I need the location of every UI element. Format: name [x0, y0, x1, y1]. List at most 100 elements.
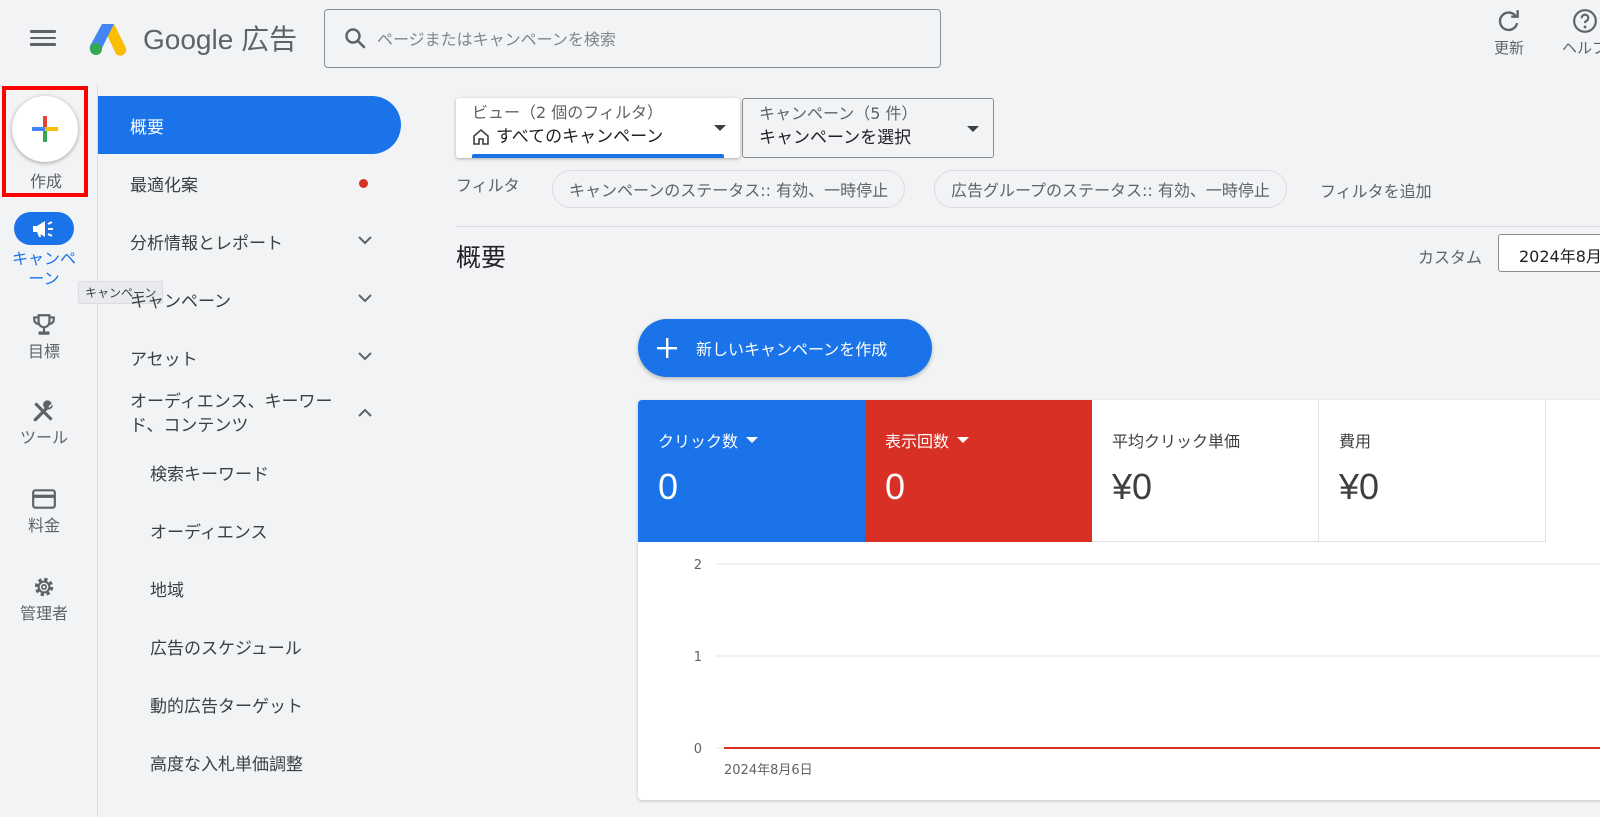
caret-down-icon [967, 126, 979, 132]
metric-value: 0 [658, 466, 679, 507]
nav-item-label: キャンペーン [130, 291, 232, 312]
add-filter-link[interactable]: フィルタを追加 [1320, 178, 1432, 202]
credit-card-icon [32, 489, 56, 509]
filter-chip-label: キャンペーンのステータス:: 有効、一時停止 [569, 181, 889, 200]
nav-item-label: 最適化案 [130, 175, 198, 196]
nav-item-overview[interactable]: 概要 [98, 96, 401, 154]
date-range-button[interactable]: 2024年8月 [1498, 234, 1600, 272]
new-campaign-button[interactable]: 新しいキャンペーンを作成 [638, 319, 932, 377]
google-ads-logo-icon [89, 24, 127, 56]
campaign-dropdown[interactable]: キャンペーン（5 件） キャンペーンを選択 [742, 98, 994, 158]
view-dropdown-label: ビュー（2 個のフィルタ） [472, 103, 663, 122]
filter-chip-campaign-status[interactable]: キャンペーンのステータス:: 有効、一時停止 [552, 170, 906, 208]
metric-card-cost[interactable]: 費用 ¥0 [1319, 400, 1546, 542]
active-underline [472, 154, 724, 158]
filter-chip-adgroup-status[interactable]: 広告グループのステータス:: 有効、一時停止 [934, 170, 1287, 208]
page-title: 概要 [456, 243, 507, 272]
create-label: 作成 [29, 172, 62, 191]
rail-item-goals[interactable]: 目標 [0, 312, 88, 362]
search-box[interactable] [324, 9, 941, 68]
nav-subitem-label: 高度な入札単価調整 [150, 754, 303, 775]
metric-value: 0 [885, 466, 906, 507]
left-rail: 作成 キャンペーン 目標 ツール 料金 管理者 [0, 84, 98, 817]
x-tick-label: 2024年8月6日 [724, 763, 813, 778]
chevron-down-icon [358, 294, 372, 303]
rail-item-label: 料金 [27, 516, 60, 535]
caret-down-icon [746, 437, 759, 443]
rail-item-label: キャンペーン [11, 249, 76, 288]
metric-label: 表示回数 [885, 432, 950, 451]
refresh-button[interactable]: 更新 [1494, 8, 1524, 58]
refresh-label: 更新 [1494, 39, 1525, 57]
help-button[interactable]: ヘルプ [1562, 8, 1600, 58]
rail-item-label: ツール [19, 428, 68, 447]
nav-subitem-label: オーディエンス [150, 522, 268, 543]
help-icon [1572, 9, 1597, 33]
home-icon [473, 128, 489, 145]
hamburger-menu-icon[interactable] [30, 26, 56, 52]
metric-label: 費用 [1339, 432, 1372, 451]
megaphone-icon [33, 220, 53, 237]
trophy-icon [33, 314, 55, 335]
brand-name: Google 広告 [143, 24, 298, 55]
rail-item-billing[interactable]: 料金 [0, 486, 88, 536]
create-highlight: 作成 [2, 86, 88, 197]
nav-subitem-dynamic-ad-targets[interactable]: 動的広告ターゲット [98, 675, 400, 733]
nav-subitem-advanced-bid-adjustments[interactable]: 高度な入札単価調整 [98, 733, 400, 791]
view-dropdown[interactable]: ビュー（2 個のフィルタ） すべてのキャンペーン [456, 98, 740, 158]
metric-label: クリック数 [658, 432, 739, 451]
main-content: ビュー（2 個のフィルタ） すべてのキャンペーン キャンペーン（5 件） キャン… [408, 84, 1600, 817]
caret-down-icon [714, 125, 726, 131]
date-range-value: 2024年8月 [1519, 247, 1600, 266]
caret-down-icon [957, 437, 970, 443]
plus-icon [32, 116, 58, 142]
tools-icon [33, 400, 53, 422]
top-bar: Google 広告 更新 ヘルプ [0, 0, 1600, 80]
nav-item-recommendations[interactable]: 最適化案 [98, 154, 400, 212]
nav-item-campaigns[interactable]: キャンペーン [98, 270, 400, 328]
divider [456, 226, 1600, 227]
metric-label: 平均クリック単価 [1112, 432, 1241, 451]
date-range-label: カスタム [1418, 248, 1483, 267]
nav-subitem-search-keywords[interactable]: 検索キーワード [98, 443, 400, 501]
filter-label: フィルタ [456, 176, 520, 195]
nav-item-label: 分析情報とレポート [130, 233, 283, 254]
nav-subitem-label: 地域 [150, 580, 184, 601]
performance-chart: 0 1 2 2024年8月6日 [694, 558, 1600, 778]
y-tick-label: 0 [694, 742, 702, 757]
nav-item-insights-reports[interactable]: 分析情報とレポート [98, 212, 400, 270]
refresh-icon [1498, 10, 1519, 32]
nav-subitem-label: 広告のスケジュール [150, 638, 302, 659]
nav-item-label-line2: ド、コンテンツ [130, 416, 249, 436]
notification-dot [359, 179, 368, 188]
nav-item-label: 概要 [130, 117, 164, 138]
y-tick-label: 1 [694, 650, 702, 665]
plus-icon [657, 338, 677, 358]
chevron-down-icon [358, 352, 372, 361]
nav-item-assets[interactable]: アセット [98, 328, 400, 386]
nav-item-audiences-keywords-content[interactable]: オーディエンス、キーワー ド、コンテンツ [98, 382, 400, 446]
rail-item-label: 管理者 [19, 604, 68, 623]
campaign-pill [14, 212, 74, 245]
metric-card-avg-cpc[interactable]: 平均クリック単価 ¥0 [1092, 400, 1319, 542]
new-campaign-label: 新しいキャンペーンを作成 [696, 340, 888, 359]
metric-value: ¥0 [1339, 466, 1380, 507]
campaign-dropdown-value: キャンペーンを選択 [759, 128, 912, 148]
chevron-up-icon [358, 408, 372, 417]
metric-card-clicks[interactable]: クリック数 0 [638, 400, 865, 542]
nav-subitem-audiences[interactable]: オーディエンス [98, 501, 400, 559]
rail-item-admin[interactable]: 管理者 [0, 574, 88, 624]
rail-item-label: 目標 [27, 342, 60, 361]
create-button[interactable] [12, 96, 78, 162]
nav-subitem-ad-schedule[interactable]: 広告のスケジュール [98, 617, 400, 675]
search-input[interactable] [377, 22, 917, 56]
performance-panel: クリック数 0 表示回数 0 平均クリック単価 ¥0 費用 ¥0 0 1 2 2024… [638, 400, 1600, 800]
nav-subitem-locations[interactable]: 地域 [98, 559, 400, 617]
nav-item-label-line1: オーディエンス、キーワー [130, 392, 333, 412]
rail-item-campaigns[interactable]: キャンペーン [0, 212, 88, 289]
metric-card-impressions[interactable]: 表示回数 0 [865, 400, 1092, 542]
campaign-dropdown-label: キャンペーン（5 件） [759, 104, 918, 123]
rail-item-tools[interactable]: ツール [0, 398, 88, 448]
view-dropdown-value: すべてのキャンペーン [496, 127, 664, 147]
nav-subitem-label: 動的広告ターゲット [150, 696, 303, 717]
